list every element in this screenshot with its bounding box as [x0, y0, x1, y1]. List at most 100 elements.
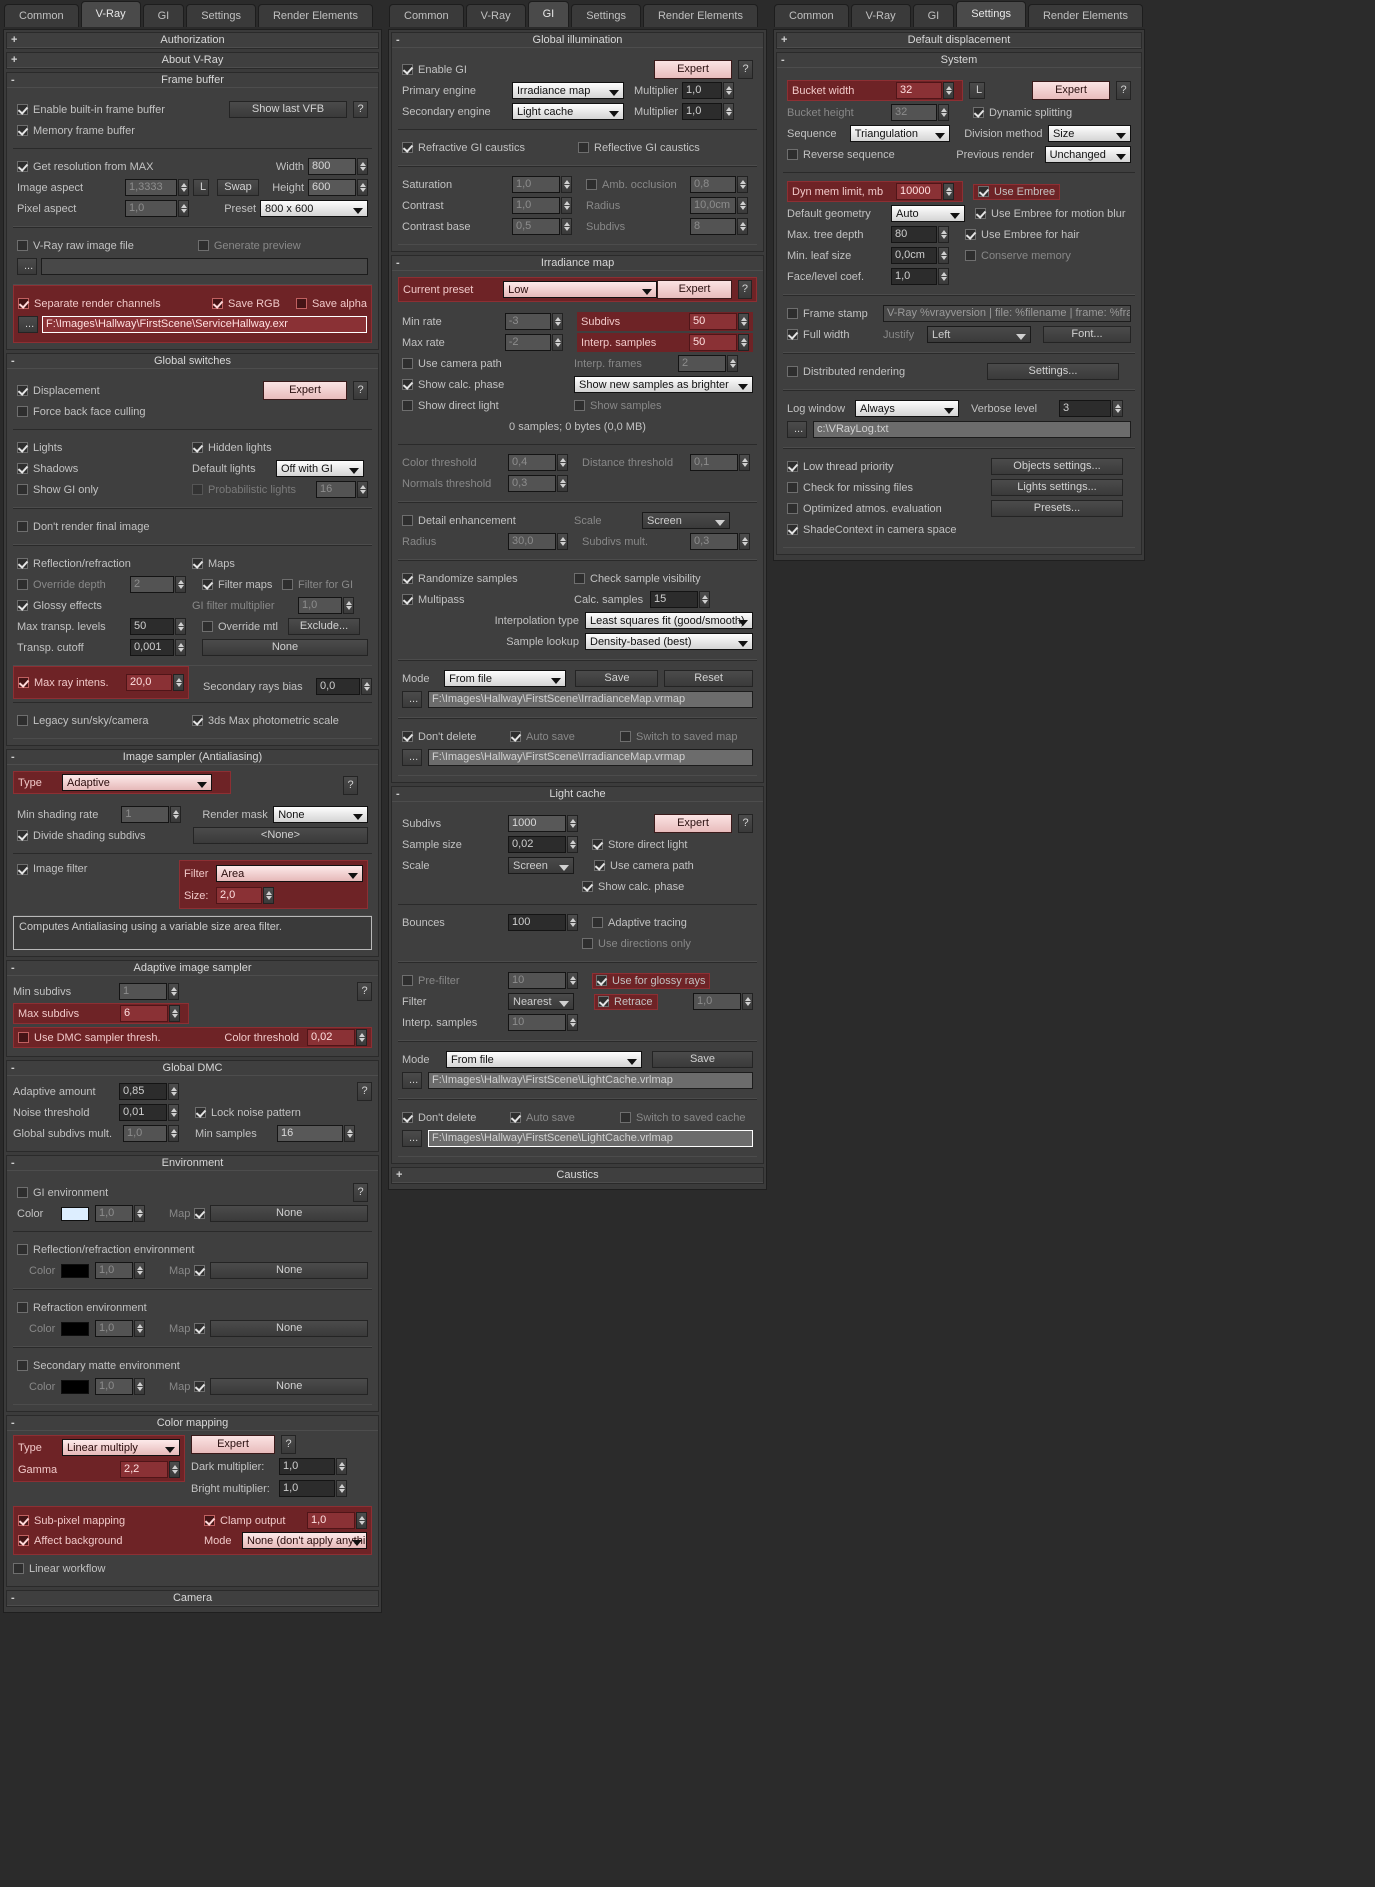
min-subdivs-spinner[interactable] [168, 983, 179, 1000]
primary-engine-dropdown[interactable]: Irradiance map [512, 82, 624, 99]
log-path-input[interactable]: c:\VRayLog.txt [813, 421, 1131, 438]
matte-environment-multiplier-input[interactable]: 1,0 [95, 1378, 133, 1395]
refl-environment-map-slot[interactable]: None [210, 1262, 368, 1279]
de-radius-input[interactable]: 30,0 [508, 533, 556, 550]
matte-environment-map-checkbox[interactable] [194, 1381, 210, 1392]
color-mapping-expert-button[interactable]: Expert [191, 1435, 275, 1454]
height-input[interactable]: 600 [308, 179, 356, 196]
help-icon[interactable]: ? [353, 381, 368, 400]
embree-hair-checkbox[interactable]: Use Embree for hair [965, 229, 1079, 241]
check-sample-visibility-checkbox[interactable]: Check sample visibility [574, 573, 701, 585]
max-transp-levels-spinner[interactable] [175, 618, 186, 635]
refl-environment-color-swatch[interactable] [61, 1263, 89, 1278]
max-transp-levels-input[interactable]: 50 [130, 618, 174, 635]
refl-environment-multiplier-input[interactable]: 1,0 [95, 1262, 133, 1279]
embree-motion-blur-checkbox[interactable]: Use Embree for motion blur [975, 208, 1126, 220]
sampler-type-dropdown[interactable]: Adaptive [62, 774, 212, 791]
detail-enhancement-checkbox[interactable]: Detail enhancement [402, 515, 574, 527]
max-rate-spinner[interactable] [552, 334, 564, 351]
irradiance-dont-delete-checkbox[interactable]: Don't delete [402, 731, 510, 743]
browse-irradiance-autosave-button[interactable]: ... [402, 749, 422, 766]
reflective-gi-caustics-checkbox[interactable]: Reflective GI caustics [578, 142, 700, 154]
lc-subdivs-spinner[interactable] [567, 815, 578, 832]
lock-aspect-button[interactable]: L [193, 179, 209, 196]
verbose-level-spinner[interactable] [1112, 400, 1123, 417]
pre-filter-spinner[interactable] [567, 972, 578, 989]
save-rgb-checkbox[interactable]: Save RGB [211, 298, 280, 310]
filter-for-gi-checkbox[interactable]: Filter for GI [282, 579, 353, 591]
contrast-base-spinner[interactable] [561, 218, 572, 235]
reverse-sequence-checkbox[interactable]: Reverse sequence [787, 149, 956, 161]
hidden-lights-checkbox[interactable]: Hidden lights [192, 442, 272, 454]
lc-subdivs-input[interactable]: 1000 [508, 815, 566, 832]
lc-file-path-input[interactable]: F:\Images\Hallway\FirstScene\LightCache.… [428, 1072, 753, 1089]
image-aspect-input[interactable]: 1,3333 [125, 179, 177, 196]
rollup-global-illumination-header[interactable]: - Global illumination [392, 33, 763, 48]
max-rate-input[interactable]: -2 [504, 334, 552, 351]
irradiance-subdivs-input[interactable]: 50 [689, 313, 737, 330]
memory-frame-buffer-checkbox[interactable]: Memory frame buffer [17, 125, 135, 137]
expand-icon[interactable]: + [396, 1168, 402, 1183]
transp-cutoff-input[interactable]: 0,001 [130, 639, 174, 656]
reflection-refraction-checkbox[interactable]: Reflection/refraction [17, 558, 192, 570]
low-thread-priority-checkbox[interactable]: Low thread priority [787, 461, 894, 473]
show-last-vfb-button[interactable]: Show last VFB [229, 101, 347, 118]
calc-samples-spinner[interactable] [699, 591, 710, 608]
interp-samples-input[interactable]: 50 [689, 334, 737, 351]
rollup-global-dmc-header[interactable]: - Global DMC [7, 1061, 378, 1076]
subdivs-mult-input[interactable]: 0,3 [690, 533, 738, 550]
lc-bounces-spinner[interactable] [567, 914, 578, 931]
noise-threshold-input[interactable]: 0,01 [119, 1104, 167, 1121]
sub-pixel-mapping-checkbox[interactable]: Sub-pixel mapping [18, 1515, 204, 1527]
show-samples-checkbox[interactable]: Show samples [574, 400, 662, 412]
pixel-aspect-input[interactable]: 1,0 [125, 200, 177, 217]
color-threshold-spinner[interactable] [356, 1029, 367, 1046]
normals-threshold-spinner[interactable] [557, 475, 568, 492]
show-direct-light-checkbox[interactable]: Show direct light [402, 400, 574, 412]
irr-color-threshold-input[interactable]: 0,4 [508, 454, 556, 471]
clamp-output-checkbox[interactable]: Clamp output [204, 1515, 285, 1527]
lc-expert-button[interactable]: Expert [654, 814, 732, 833]
enable-builtin-frame-buffer-checkbox[interactable]: Enable built-in frame buffer [17, 104, 165, 116]
noise-threshold-spinner[interactable] [168, 1104, 179, 1121]
distance-threshold-spinner[interactable] [739, 454, 750, 471]
width-input[interactable]: 800 [308, 158, 356, 175]
saturation-input[interactable]: 1,0 [512, 176, 560, 193]
presets-button[interactable]: Presets... [991, 500, 1123, 517]
verbose-level-input[interactable]: 3 [1059, 400, 1111, 417]
lights-checkbox[interactable]: Lights [17, 442, 192, 454]
secondary-rays-bias-spinner[interactable] [361, 678, 372, 695]
save-alpha-checkbox[interactable]: Save alpha [295, 298, 367, 310]
system-expert-button[interactable]: Expert [1032, 81, 1110, 100]
switch-to-saved-map-checkbox[interactable]: Switch to saved map [620, 731, 738, 743]
browse-lc-autosave-button[interactable]: ... [402, 1130, 422, 1147]
rollup-global-switches-header[interactable]: - Global switches [7, 354, 378, 369]
contrast-input[interactable]: 1,0 [512, 197, 560, 214]
irradiance-reset-button[interactable]: Reset [664, 670, 753, 687]
frame-stamp-checkbox[interactable]: Frame stamp [787, 308, 883, 320]
tab-render-elements[interactable]: Render Elements [1027, 4, 1143, 27]
divide-shading-subdivs-checkbox[interactable]: Divide shading subdivs [17, 830, 193, 842]
rollup-authorization[interactable]: + Authorization [6, 32, 379, 49]
maps-checkbox[interactable]: Maps [192, 558, 235, 570]
pre-filter-input[interactable]: 10 [508, 972, 566, 989]
gamma-spinner[interactable] [169, 1461, 180, 1478]
lock-noise-pattern-checkbox[interactable]: Lock noise pattern [195, 1107, 301, 1119]
browse-irradiance-file-button[interactable]: ... [402, 691, 422, 708]
rollup-about-vray[interactable]: + About V-Ray [6, 52, 379, 69]
separate-render-channels-checkbox[interactable]: Separate render channels [18, 298, 161, 310]
tab-settings[interactable]: Settings [571, 4, 641, 27]
lc-autosave-path-input[interactable]: F:\Images\Hallway\FirstScene\LightCache.… [428, 1130, 753, 1147]
max-ray-intens-spinner[interactable] [173, 674, 184, 691]
rollup-color-mapping-header[interactable]: - Color mapping [7, 1416, 378, 1431]
default-geometry-dropdown[interactable]: Auto [891, 205, 965, 222]
contrast-base-input[interactable]: 0,5 [512, 218, 560, 235]
randomize-samples-checkbox[interactable]: Randomize samples [402, 573, 574, 585]
tab-gi[interactable]: GI [142, 4, 185, 27]
dr-settings-button[interactable]: Settings... [987, 363, 1119, 380]
amb-occlusion-checkbox[interactable]: Amb. occlusion [586, 179, 690, 191]
max-tree-depth-spinner[interactable] [938, 226, 949, 243]
legacy-sun-sky-camera-checkbox[interactable]: Legacy sun/sky/camera [17, 715, 192, 727]
sample-lookup-dropdown[interactable]: Density-based (best) [585, 633, 753, 650]
rollup-irradiance-map-header[interactable]: - Irradiance map [392, 256, 763, 271]
